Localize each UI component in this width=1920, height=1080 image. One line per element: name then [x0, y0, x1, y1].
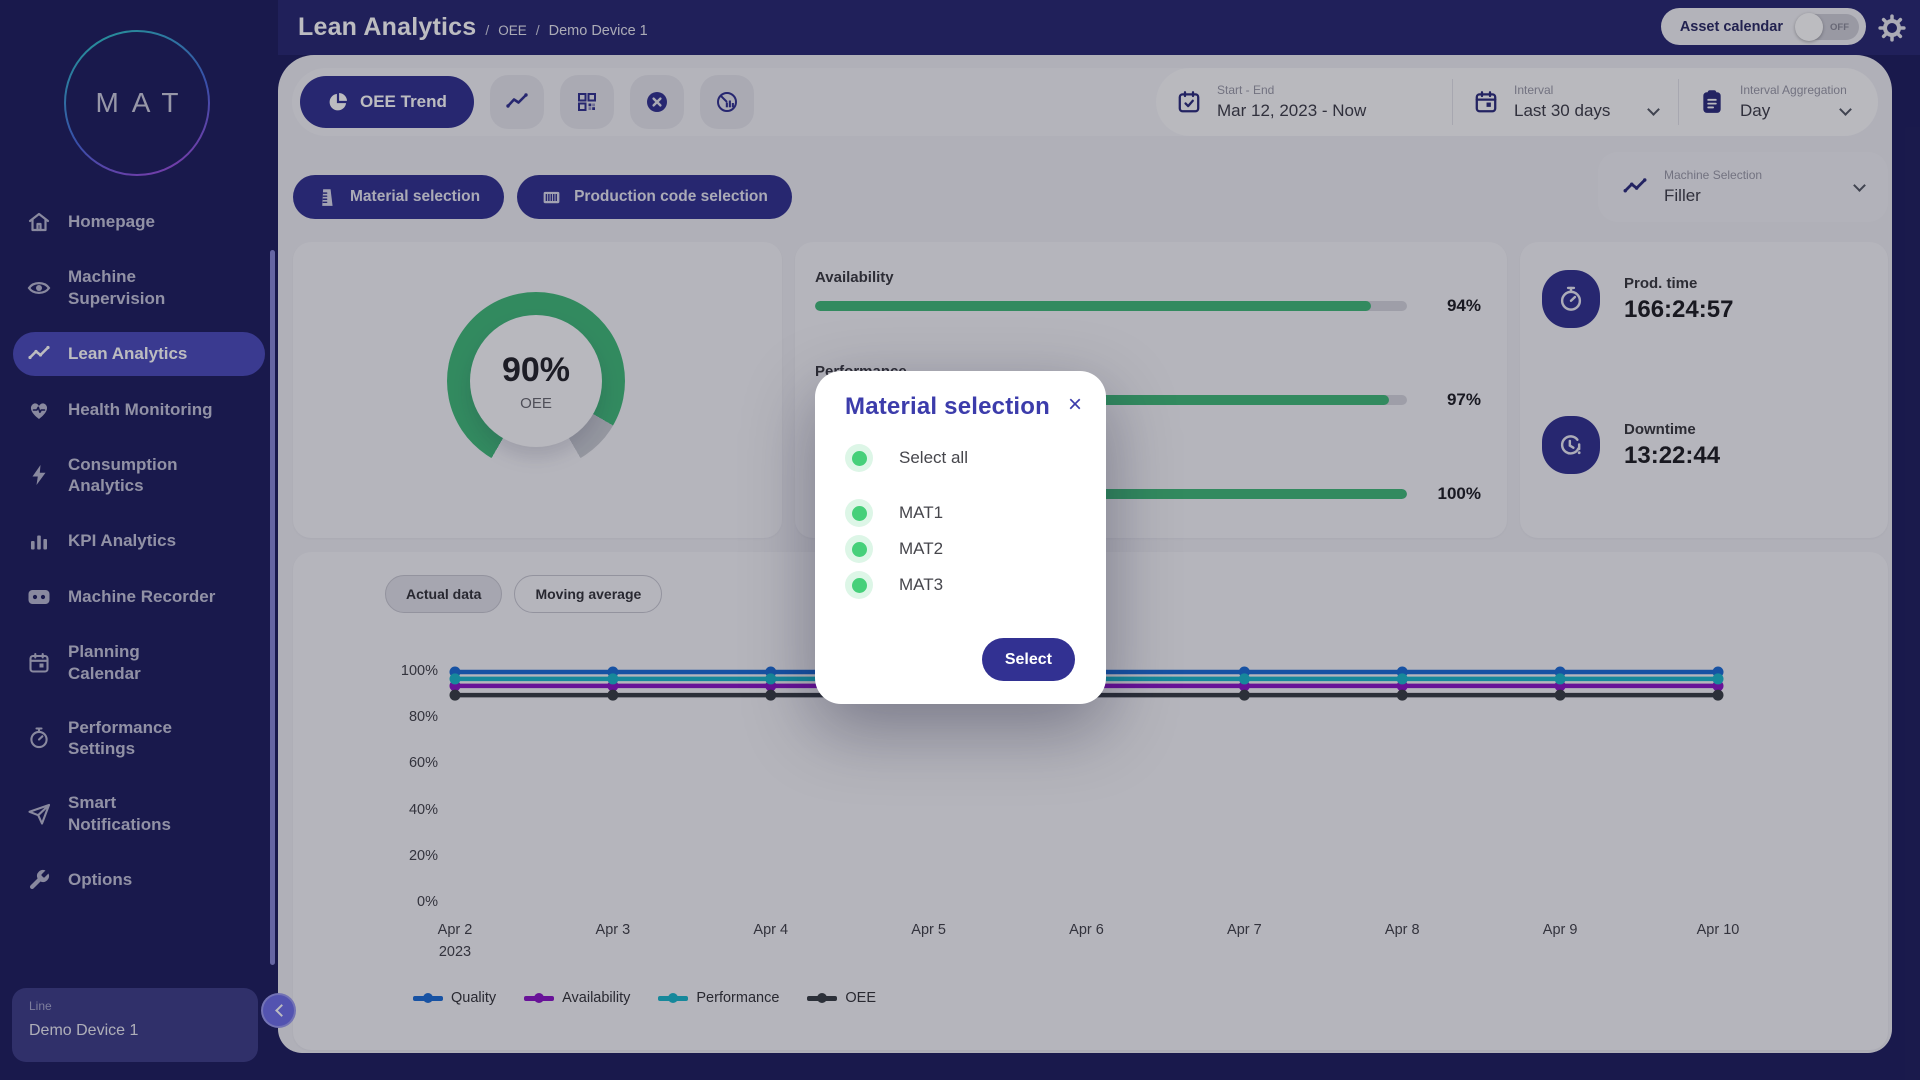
modal-option-mat2[interactable]: MAT2 — [845, 535, 968, 563]
radio-selected-icon[interactable] — [845, 535, 873, 563]
modal-option-label: MAT3 — [899, 575, 943, 595]
modal-option-label: Select all — [899, 448, 968, 468]
radio-selected-icon[interactable] — [845, 499, 873, 527]
material-selection-modal: Material selection × Select all MAT1 MAT2 M… — [815, 371, 1106, 704]
modal-option-select-all[interactable]: Select all — [845, 444, 968, 472]
app-root: Lean Analytics / OEE / Demo Device 1 Ass… — [0, 0, 1920, 1080]
modal-option-mat1[interactable]: MAT1 — [845, 499, 968, 527]
modal-option-mat3[interactable]: MAT3 — [845, 571, 968, 599]
close-icon[interactable]: × — [1064, 393, 1086, 417]
modal-title: Material selection — [845, 393, 1050, 421]
modal-option-label: MAT2 — [899, 539, 943, 559]
modal-options: Select all MAT1 MAT2 MAT3 — [845, 444, 968, 607]
select-button[interactable]: Select — [982, 638, 1075, 681]
radio-selected-icon[interactable] — [845, 444, 873, 472]
radio-selected-icon[interactable] — [845, 571, 873, 599]
modal-option-label: MAT1 — [899, 503, 943, 523]
